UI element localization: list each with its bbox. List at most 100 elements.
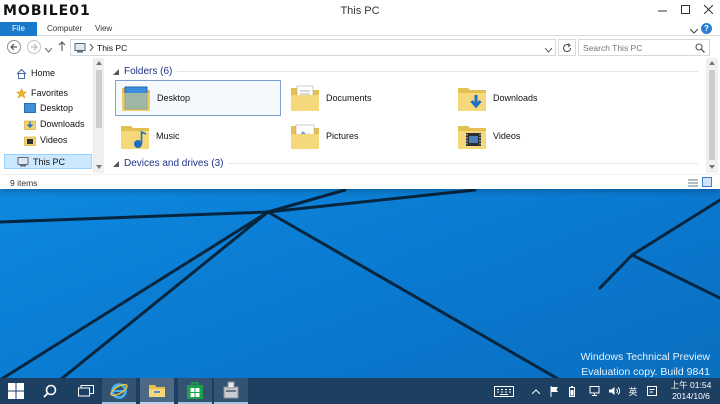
search-input[interactable] — [583, 42, 691, 53]
chevron-down-icon — [44, 47, 53, 53]
close-icon — [704, 4, 713, 14]
taskbar-search-button[interactable] — [40, 378, 60, 404]
folder-tile-desktop[interactable]: Desktop — [115, 80, 281, 116]
refresh-button[interactable] — [558, 39, 576, 56]
maximize-button[interactable] — [674, 0, 697, 18]
folder-label: Pictures — [326, 131, 359, 141]
scroll-up-icon[interactable] — [709, 61, 715, 65]
devices-group-header[interactable]: Devices and drives (3) — [113, 158, 698, 169]
address-bar[interactable]: This PC — [70, 39, 556, 56]
window-title: This PC — [340, 5, 380, 17]
group-title: Folders (6) — [124, 66, 173, 77]
scroll-down-icon[interactable] — [709, 165, 715, 169]
keyboard-icon — [494, 385, 514, 397]
nav-item-downloads[interactable]: Downloads — [24, 117, 85, 131]
speaker-icon — [608, 387, 620, 395]
desktop-folder-icon — [122, 86, 150, 111]
minimize-button[interactable] — [651, 0, 674, 18]
search-icon — [43, 384, 57, 398]
search-box[interactable] — [578, 39, 710, 56]
tab-view[interactable]: View — [95, 22, 112, 36]
nav-item-label: Desktop — [40, 103, 74, 113]
collapse-arrow-icon — [113, 160, 119, 167]
up-button[interactable] — [58, 41, 66, 55]
recent-locations-button[interactable] — [44, 44, 53, 56]
refresh-icon — [562, 42, 572, 52]
details-view-button[interactable] — [688, 178, 698, 190]
taskbar-store[interactable] — [178, 378, 212, 404]
tab-file[interactable]: File — [0, 22, 37, 36]
expand-ribbon-button[interactable] — [689, 25, 699, 37]
details-view-icon — [688, 179, 698, 187]
desktop-icon — [24, 103, 36, 113]
start-button[interactable] — [5, 378, 27, 404]
scroll-up-icon[interactable] — [96, 61, 102, 65]
folder-tile-videos[interactable]: Videos — [452, 118, 618, 154]
item-count: 9 items — [10, 178, 38, 188]
taskbar-internet-explorer[interactable] — [102, 378, 136, 404]
nav-item-home[interactable]: Home — [16, 66, 55, 80]
clock-time: 上午 01:54 — [670, 380, 712, 390]
nav-item-label: Downloads — [40, 119, 85, 129]
folders-group-header[interactable]: Folders (6) — [113, 66, 698, 77]
nav-item-label: Favorites — [31, 88, 69, 98]
computer-icon — [17, 156, 29, 166]
network-icon — [589, 386, 599, 396]
nav-item-videos[interactable]: Videos — [24, 133, 67, 147]
store-icon — [187, 381, 203, 399]
content-scroll-thumb[interactable] — [709, 70, 715, 160]
large-icons-view-button[interactable] — [702, 177, 712, 190]
folder-tile-documents[interactable]: Documents — [285, 80, 451, 116]
taskbar-file-explorer[interactable] — [140, 378, 174, 404]
back-button[interactable] — [7, 40, 21, 54]
explorer-window: MOBILE01 This PC File Computer View ? Th… — [0, 0, 720, 189]
chevron-up-icon — [532, 388, 540, 394]
scroll-down-icon[interactable] — [96, 165, 102, 169]
folder-tile-pictures[interactable]: Pictures — [285, 118, 451, 154]
input-method-indicator[interactable]: 英 — [626, 378, 640, 404]
app-icon — [223, 381, 239, 399]
help-button[interactable]: ? — [701, 23, 712, 34]
volume-control[interactable] — [608, 378, 620, 404]
arrow-right-icon — [31, 43, 38, 51]
task-view-button[interactable] — [75, 378, 97, 404]
forward-button[interactable] — [27, 40, 41, 54]
content-scrollbar[interactable] — [706, 58, 718, 173]
watermark-line-1: Windows Technical Preview — [580, 351, 710, 363]
address-dropdown-button[interactable] — [544, 44, 553, 56]
breadcrumb-this-pc[interactable]: This PC — [97, 43, 127, 53]
nav-item-label: Videos — [40, 135, 68, 145]
battery-indicator[interactable] — [566, 378, 578, 404]
tab-computer[interactable]: Computer — [47, 22, 82, 36]
group-divider-line — [228, 163, 698, 164]
folder-tile-music[interactable]: Music — [115, 118, 281, 154]
nav-scroll-thumb[interactable] — [96, 70, 102, 128]
touch-keyboard-button[interactable] — [493, 378, 515, 404]
clock-date: 2014/10/6 — [672, 391, 710, 401]
system-clock[interactable]: 上午 01:54 2014/10/6 — [664, 380, 718, 402]
star-icon — [16, 87, 27, 99]
chevron-down-icon — [689, 28, 699, 34]
navigation-pane: Home Favorites Desktop Downloads Videos … — [0, 58, 104, 173]
search-icon[interactable] — [695, 43, 705, 56]
videos-folder-icon — [458, 126, 486, 149]
chevron-down-icon — [544, 47, 553, 53]
title-bar[interactable]: MOBILE01 This PC — [0, 0, 720, 22]
windows-logo-icon — [8, 383, 24, 399]
collapse-arrow-icon — [113, 68, 119, 75]
downloads-folder-icon — [458, 88, 486, 111]
nav-item-favorites[interactable]: Favorites — [16, 86, 68, 100]
network-indicator[interactable] — [588, 378, 600, 404]
show-hidden-icons-button[interactable] — [530, 378, 542, 404]
battery-icon — [569, 385, 575, 397]
action-center-flag[interactable] — [548, 378, 560, 404]
pictures-folder-icon — [291, 124, 319, 149]
nav-item-desktop[interactable]: Desktop — [24, 101, 73, 115]
music-folder-icon — [121, 126, 149, 149]
folder-tile-downloads[interactable]: Downloads — [452, 80, 618, 116]
taskbar-pinned-app[interactable] — [214, 378, 248, 404]
nav-item-this-pc[interactable]: This PC — [4, 154, 92, 169]
notifications-button[interactable] — [646, 378, 658, 404]
close-button[interactable] — [697, 0, 720, 18]
nav-pane-scrollbar[interactable] — [93, 58, 104, 173]
